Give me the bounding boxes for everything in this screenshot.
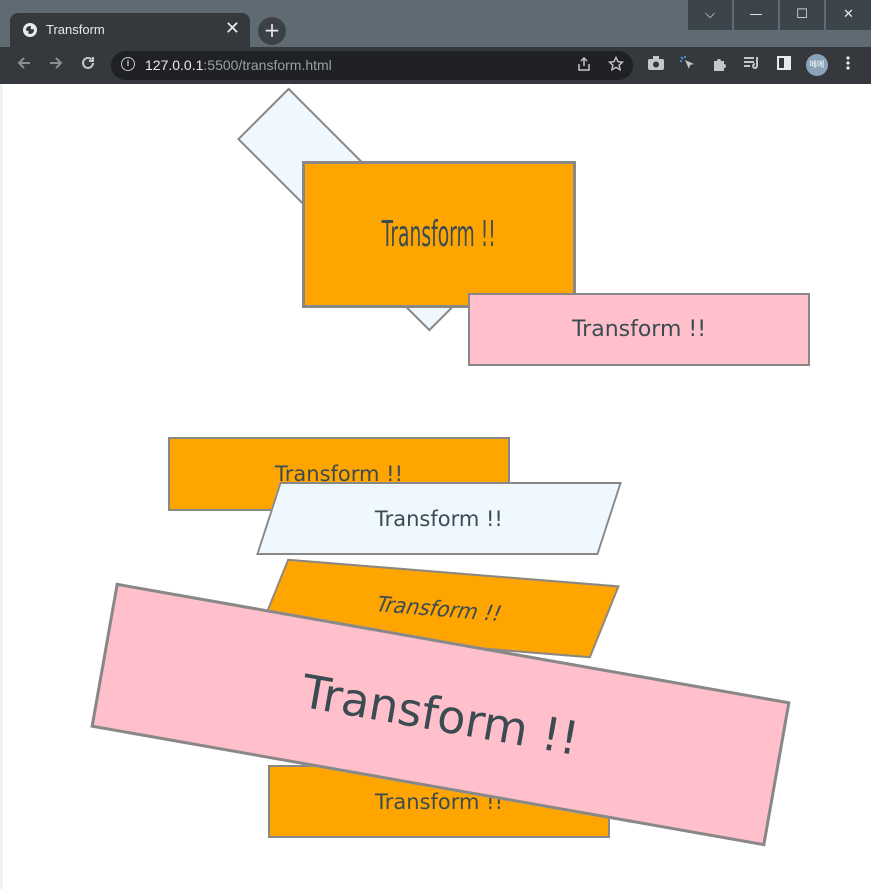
tab-title: Transform — [46, 22, 105, 37]
pink-box: Transform !! — [468, 293, 810, 366]
box-label: Transform !! — [381, 214, 497, 255]
bookmark-star-icon[interactable] — [607, 55, 625, 76]
box-label: Transform !! — [372, 591, 506, 626]
address-bar[interactable]: i 127.0.0.1:5500/transform.html — [111, 51, 633, 80]
close-window-icon[interactable]: ✕ — [825, 0, 871, 30]
browser-chrome: Transform ✕ + ⌵ — ☐ ✕ i 127.0.0.1:5500/t… — [0, 0, 871, 84]
skewed-alice-box: Transform !! — [256, 482, 622, 555]
camera-icon[interactable] — [646, 55, 666, 75]
side-panel-icon[interactable] — [774, 55, 794, 75]
minimize-icon[interactable]: — — [733, 0, 778, 30]
maximize-icon[interactable]: ☐ — [779, 0, 824, 30]
tab-strip: Transform ✕ + ⌵ — ☐ ✕ — [0, 0, 871, 47]
reload-icon[interactable] — [76, 54, 100, 78]
box-label: Transform !! — [375, 506, 503, 531]
globe-icon — [23, 23, 37, 37]
cursor-extension-icon[interactable] — [678, 55, 698, 75]
extensions-puzzle-icon[interactable] — [710, 55, 730, 75]
more-menu-icon[interactable] — [838, 55, 858, 75]
tab-search-icon[interactable]: ⌵ — [687, 0, 732, 30]
back-icon[interactable] — [12, 54, 36, 78]
tab-close-icon[interactable]: ✕ — [225, 18, 240, 39]
browser-toolbar: i 127.0.0.1:5500/transform.html 메메 — [0, 47, 871, 84]
new-tab-button[interactable]: + — [258, 17, 286, 45]
forward-icon[interactable] — [44, 54, 68, 78]
site-info-icon[interactable]: i — [121, 57, 135, 71]
page-content: Transform !! Transform !! Transform !! T… — [0, 84, 871, 889]
condensed-orange-box: Transform !! — [302, 161, 576, 308]
box-label: Transform !! — [297, 663, 584, 766]
share-icon[interactable] — [576, 56, 592, 76]
reading-list-icon[interactable] — [742, 55, 762, 75]
box-label: Transform !! — [571, 317, 707, 342]
tab-transform[interactable]: Transform ✕ — [10, 13, 250, 47]
profile-avatar[interactable]: 메메 — [806, 54, 828, 76]
url-text: 127.0.0.1:5500/transform.html — [145, 57, 332, 73]
